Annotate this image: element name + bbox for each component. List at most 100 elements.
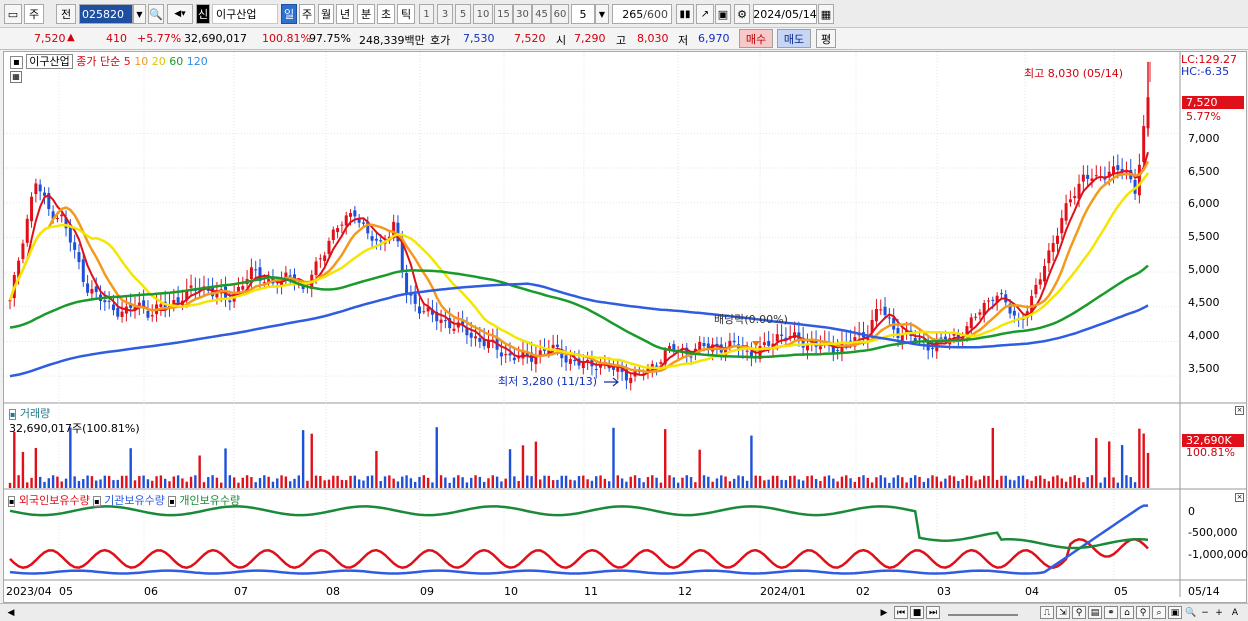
candle-body bbox=[762, 342, 766, 346]
scroll-left-icon[interactable]: ◀ bbox=[4, 606, 18, 619]
candle-body bbox=[314, 261, 318, 275]
compare-icon[interactable]: ↗ bbox=[696, 4, 714, 24]
volume-close-icon[interactable]: × bbox=[1235, 406, 1244, 415]
legend-ma-20[interactable]: 20 bbox=[152, 55, 166, 68]
x-label-07: 07 bbox=[234, 585, 248, 598]
speaker-icon[interactable]: ◀▾ bbox=[167, 4, 193, 24]
count-input[interactable]: 265/600 bbox=[612, 4, 672, 24]
market-select[interactable]: 주 bbox=[24, 4, 44, 24]
tool-icon-1[interactable]: ⎍ bbox=[1040, 606, 1054, 619]
panel-toggle-icon[interactable]: ▪ bbox=[10, 56, 23, 69]
chart-area[interactable]: ▪ 이구산업 종가 단순 5 10 20 60 120 ▦ LC:129.27 … bbox=[3, 51, 1248, 603]
settings-gear-icon[interactable]: ⚙ bbox=[734, 4, 750, 24]
period-tick-tab[interactable]: 틱 bbox=[397, 4, 415, 24]
table-view-icon[interactable]: ▦ bbox=[10, 71, 22, 83]
save-icon[interactable]: ▣ bbox=[715, 4, 731, 24]
candle-body bbox=[1064, 203, 1068, 221]
interval-5[interactable]: 5 bbox=[455, 4, 471, 24]
code-dropdown-icon[interactable]: ▼ bbox=[133, 4, 146, 24]
legend-foreign[interactable]: 외국인보유수량 bbox=[19, 494, 90, 507]
interval-45[interactable]: 45 bbox=[532, 4, 551, 24]
volume-bar bbox=[866, 477, 870, 488]
volume-bar bbox=[388, 475, 391, 488]
legend-ma-10[interactable]: 10 bbox=[134, 55, 148, 68]
zoom-slider[interactable] bbox=[948, 608, 1018, 616]
zoom-search-icon[interactable]: 🔍 bbox=[1184, 606, 1198, 619]
legend-individual[interactable]: 개인보유수량 bbox=[179, 494, 240, 507]
interval-60[interactable]: 60 bbox=[551, 4, 569, 24]
ma-10-line bbox=[8, 160, 1150, 374]
zoom-in-icon[interactable]: + bbox=[1212, 606, 1226, 619]
candle-body bbox=[254, 269, 258, 271]
volume-bar bbox=[970, 476, 973, 488]
period-week-tab[interactable]: 주 bbox=[299, 4, 315, 24]
candle-type-icon[interactable]: ▮▮ bbox=[676, 4, 694, 24]
last-page-icon[interactable]: ⏭ bbox=[926, 606, 940, 619]
candle-body bbox=[1034, 284, 1038, 295]
legend-ma-5[interactable]: 5 bbox=[124, 55, 131, 68]
holding-close-icon[interactable]: × bbox=[1235, 493, 1244, 502]
volume-bar bbox=[1043, 478, 1046, 488]
tool-icon-4[interactable]: ▤ bbox=[1088, 606, 1102, 619]
calendar-icon[interactable]: ▦ bbox=[818, 4, 834, 24]
volume-bar bbox=[1082, 482, 1085, 488]
legend-ma-120[interactable]: 120 bbox=[187, 55, 208, 68]
volume-bar bbox=[926, 478, 930, 488]
volume-bar bbox=[151, 480, 154, 488]
volume-bar bbox=[99, 479, 102, 488]
tool-icon-8[interactable]: ⌕ bbox=[1152, 606, 1166, 619]
scroll-right-icon[interactable]: ▶ bbox=[877, 606, 891, 619]
zoom-out-icon[interactable]: − bbox=[1198, 606, 1212, 619]
prev-button[interactable]: 전 bbox=[56, 4, 76, 24]
stock-badge: 신 bbox=[196, 4, 210, 24]
volume-bar bbox=[1030, 480, 1033, 488]
candle-body bbox=[1038, 279, 1042, 285]
volume-bar bbox=[564, 475, 568, 488]
period-year-tab[interactable]: 년 bbox=[336, 4, 354, 24]
period-day-tab[interactable]: 일 bbox=[281, 4, 297, 24]
tool-icon-5[interactable]: ⚭ bbox=[1104, 606, 1118, 619]
interval-10[interactable]: 10 bbox=[473, 4, 493, 24]
interval-30[interactable]: 30 bbox=[513, 4, 532, 24]
legend-institution[interactable]: 기관보유수량 bbox=[104, 494, 165, 507]
font-size-icon[interactable]: A bbox=[1228, 606, 1242, 619]
date-input[interactable]: 2024/05/14 bbox=[753, 4, 817, 24]
chart-scrollbar[interactable]: ◀ ▶ ⏮ ■ ⏭ ⎍ ⇲ ⚲ ▤ ⚭ ⌂ ⚲ ⌕ ▣ 🔍 − + A bbox=[0, 603, 1248, 621]
tool-icon-7[interactable]: ⚲ bbox=[1136, 606, 1150, 619]
tool-icon-3[interactable]: ⚲ bbox=[1072, 606, 1086, 619]
volume-bar bbox=[340, 479, 344, 488]
volume-bar bbox=[676, 482, 680, 488]
eval-button[interactable]: 평 bbox=[816, 29, 836, 48]
interval-3[interactable]: 3 bbox=[437, 4, 453, 24]
tool-icon-6[interactable]: ⌂ bbox=[1120, 606, 1134, 619]
stock-chart[interactable] bbox=[4, 52, 1246, 602]
period-minute-tab[interactable]: 분 bbox=[357, 4, 375, 24]
candle-body bbox=[189, 285, 193, 288]
trade-amount: 248,339백만 bbox=[359, 34, 425, 47]
period-second-tab[interactable]: 초 bbox=[377, 4, 395, 24]
volume-bar bbox=[1108, 441, 1111, 488]
interval-15[interactable]: 15 bbox=[494, 4, 513, 24]
interval-dropdown-icon[interactable]: ▼ bbox=[595, 4, 609, 24]
period-month-tab[interactable]: 월 bbox=[318, 4, 334, 24]
interval-input[interactable]: 5 bbox=[571, 4, 595, 24]
interval-1[interactable]: 1 bbox=[419, 4, 434, 24]
volume-value: 32,690,017 bbox=[184, 32, 247, 45]
volume-bar bbox=[625, 481, 628, 488]
legend-stock-name[interactable]: 이구산업 bbox=[26, 54, 73, 69]
candle-body bbox=[551, 344, 555, 349]
buy-button[interactable]: 매수 bbox=[739, 29, 773, 48]
tool-icon-9[interactable]: ▣ bbox=[1168, 606, 1182, 619]
first-page-icon[interactable]: ⏮ bbox=[894, 606, 908, 619]
menu-icon[interactable]: ▭ bbox=[4, 4, 22, 24]
sell-button[interactable]: 매도 bbox=[777, 29, 811, 48]
stock-code-input[interactable]: 025820 bbox=[79, 4, 133, 24]
x-label-09: 09 bbox=[420, 585, 434, 598]
legend-ma-60[interactable]: 60 bbox=[169, 55, 183, 68]
search-icon[interactable]: 🔍 bbox=[148, 4, 164, 24]
candle-body bbox=[780, 334, 784, 336]
candle-body bbox=[672, 344, 676, 350]
stop-icon[interactable]: ■ bbox=[910, 606, 924, 619]
legend-ma-label[interactable]: 종가 단순 bbox=[76, 55, 120, 68]
tool-icon-2[interactable]: ⇲ bbox=[1056, 606, 1070, 619]
